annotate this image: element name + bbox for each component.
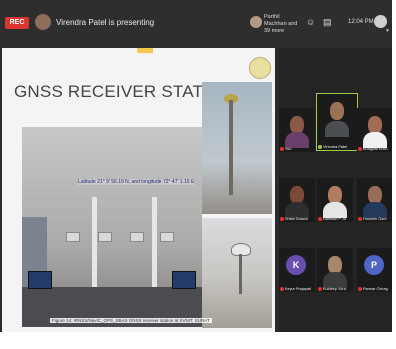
participant-name: Hrushek Gore <box>358 217 387 221</box>
receiver-unit <box>130 232 144 242</box>
participant-tile[interactable]: Shital Solanki <box>279 178 315 222</box>
mic-muted-icon <box>280 287 284 291</box>
mic-muted-icon <box>318 217 322 221</box>
participant-name: Kuldeep Vora <box>318 287 346 291</box>
participant-name: Keyur Prajapati <box>280 287 311 291</box>
participant-tile[interactable]: P Parmar Chirag <box>357 248 392 292</box>
participant-body <box>285 132 309 148</box>
lab-photo: Latitude 21° 9' 56.19 N, and longitude 7… <box>22 127 202 327</box>
slide-title: GNSS RECEIVER STATION <box>14 82 234 101</box>
participant-body <box>323 202 347 218</box>
participant-tile[interactable]: Bhagwat Kuch <box>357 108 392 152</box>
participant-gallery: You Virendra Patel Bhagwat Kuch Shital S… <box>279 48 392 332</box>
participant-name: Bhagwat Kuch <box>358 147 388 151</box>
antenna-pole <box>239 254 242 294</box>
participant-body <box>363 202 387 218</box>
participant-tile[interactable]: Kuldeep Vora <box>317 248 353 292</box>
figure-caption: Figure 14: IRNSS/NavIC_GPS_SBAS GNSS rec… <box>50 318 212 323</box>
mic-muted-icon <box>358 147 362 151</box>
participant-initial-avatar: P <box>364 255 384 275</box>
participant-tile[interactable]: Virendra Patel <box>316 93 358 151</box>
presenter-avatar <box>35 14 51 30</box>
chevron-down-icon[interactable]: ▼ <box>385 28 390 34</box>
participant-body <box>285 202 309 218</box>
shared-slide: GNSS RECEIVER STATION Latitude 21° 9' 56… <box>2 48 275 332</box>
monitor <box>28 271 52 289</box>
participant-name: Darshan P Jo <box>318 217 346 221</box>
participant-name: Parmar Chirag <box>358 287 388 291</box>
mic-muted-icon <box>358 287 362 291</box>
antenna-closeup-photo <box>202 218 272 328</box>
participant-tile[interactable]: You <box>279 108 315 152</box>
slide-badge <box>137 48 153 53</box>
cable-pole <box>92 197 97 297</box>
participant-tile[interactable]: K Keyur Prajapati <box>279 248 315 292</box>
antenna-mast <box>229 100 233 195</box>
participant-tile[interactable]: Hrushek Gore <box>357 178 392 222</box>
participant-body <box>323 272 347 288</box>
participant-face <box>330 102 344 120</box>
clock-time: 12:04 PM <box>348 19 374 25</box>
institute-logo <box>249 57 271 79</box>
participant-initial-avatar: K <box>286 255 306 275</box>
participant-tile[interactable]: Darshan P Jo <box>317 178 353 222</box>
participant-body <box>325 121 349 137</box>
presenting-status: Virendra Patel is presenting <box>56 18 155 27</box>
monitor <box>172 271 196 289</box>
participants-icon[interactable]: ☺ <box>306 17 315 27</box>
receiver-unit <box>98 232 112 242</box>
recording-badge[interactable]: REC <box>5 17 29 29</box>
mic-muted-icon <box>280 147 284 151</box>
cable-pole <box>152 197 157 297</box>
participant-body <box>363 132 387 148</box>
top-bar: REC Virendra Patel is presenting Parthil… <box>0 0 392 48</box>
mic-muted-icon <box>280 217 284 221</box>
mic-muted-icon <box>358 217 362 221</box>
viewers-summary[interactable]: Parthil Machhan and 39 more <box>264 14 302 35</box>
user-avatar[interactable] <box>374 15 387 28</box>
mic-icon <box>318 145 322 149</box>
meeting-window: REC Virendra Patel is presenting Parthil… <box>0 0 392 332</box>
mic-muted-icon <box>318 287 322 291</box>
participant-name: Virendra Patel <box>318 145 347 149</box>
chat-icon[interactable]: ▤ <box>323 17 332 28</box>
receiver-unit <box>66 232 80 242</box>
viewer-avatar <box>250 16 262 28</box>
participant-name: You <box>280 147 291 151</box>
receiver-unit <box>160 232 174 242</box>
participant-name: Shital Solanki <box>280 217 308 221</box>
antenna-mast-photo <box>202 82 272 214</box>
coordinates-text: Latitude 21° 9' 56.19 N, and longitude 7… <box>78 179 195 185</box>
